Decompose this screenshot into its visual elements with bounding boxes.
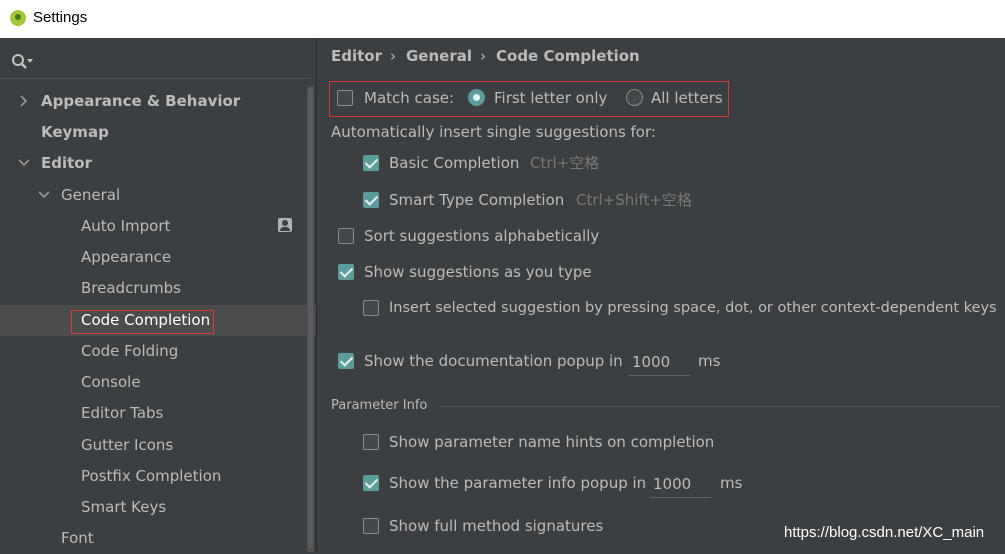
smart-completion-label: Smart Type Completion [389, 191, 565, 209]
first-letter-label: First letter only [494, 89, 608, 107]
match-case-checkbox[interactable] [337, 90, 353, 106]
name-hints-label: Show parameter name hints on completion [389, 433, 715, 451]
sidebar-item-label: Breadcrumbs [81, 279, 181, 297]
sidebar-item-label: Code Folding [81, 342, 179, 360]
sidebar-item-editor-tabs[interactable]: Editor Tabs [81, 398, 163, 429]
sort-alpha-checkbox[interactable] [338, 228, 354, 244]
insert-selected-label: Insert selected suggestion by pressing s… [389, 300, 997, 316]
project-settings-icon [278, 218, 292, 232]
breadcrumb-item[interactable]: Editor [331, 47, 382, 65]
highlight-box-code-completion [71, 310, 214, 334]
sidebar-item-console[interactable]: Console [81, 367, 141, 398]
basic-completion-label: Basic Completion [389, 154, 520, 172]
sidebar-item-label: General [61, 186, 121, 204]
parameter-info-section-title: Parameter Info [331, 398, 428, 413]
basic-completion-checkbox[interactable] [363, 155, 379, 171]
basic-completion-shortcut: Ctrl+空格 [530, 154, 600, 172]
breadcrumb-item[interactable]: General [406, 47, 472, 65]
smart-completion-shortcut: Ctrl+Shift+空格 [576, 191, 692, 209]
sidebar-item-label: Smart Keys [81, 498, 167, 516]
android-studio-icon [10, 10, 26, 26]
chevron-down-icon[interactable] [17, 156, 31, 170]
param-info-delay-input[interactable]: 1000 [650, 470, 711, 498]
sidebar-item-label: Postfix Completion [81, 467, 222, 485]
chevron-down-icon[interactable] [37, 188, 51, 202]
panel-splitter[interactable] [316, 38, 317, 552]
full-signatures-checkbox[interactable] [363, 518, 379, 534]
sidebar-item-font[interactable]: Font [61, 523, 94, 554]
first-letter-radio[interactable] [468, 89, 485, 106]
sidebar-item-label: Console [81, 373, 141, 391]
sidebar-item-label: Font [61, 529, 94, 547]
sidebar-item-label: Appearance & Behavior [41, 92, 241, 110]
search-icon[interactable] [10, 50, 36, 72]
window-title: Settings [33, 9, 88, 26]
sidebar-item-label: Editor [41, 154, 92, 172]
sidebar-scrollbar-thumb[interactable] [308, 88, 313, 548]
doc-popup-delay-input[interactable]: 1000 [629, 348, 690, 376]
sidebar-item-gutter-icons[interactable]: Gutter Icons [81, 430, 173, 461]
sidebar-item-smart-keys[interactable]: Smart Keys [81, 492, 166, 523]
settings-sidebar: Appearance & Behavior Keymap Editor Gene… [0, 38, 316, 552]
param-info-popup-checkbox[interactable] [363, 475, 379, 491]
sidebar-item-postfix-completion[interactable]: Postfix Completion [81, 461, 221, 492]
sidebar-item-appearance[interactable]: Appearance [81, 242, 171, 273]
auto-insert-label: Automatically insert single suggestions … [331, 123, 656, 141]
sidebar-item-label: Auto Import [81, 217, 171, 235]
breadcrumb-separator: › [390, 47, 396, 65]
breadcrumb-item: Code Completion [496, 47, 640, 65]
breadcrumb: Editor › General › Code Completion [331, 47, 648, 65]
show-as-type-label: Show suggestions as you type [364, 263, 592, 281]
match-case-label: Match case: [364, 89, 455, 107]
name-hints-checkbox[interactable] [363, 434, 379, 450]
sidebar-item-breadcrumbs[interactable]: Breadcrumbs [81, 273, 181, 304]
show-as-type-checkbox[interactable] [338, 264, 354, 280]
sidebar-item-label: Keymap [41, 123, 109, 141]
sort-alpha-label: Sort suggestions alphabetically [364, 227, 600, 245]
param-info-popup-label: Show the parameter info popup in [389, 474, 647, 492]
title-bar: Settings [0, 0, 1005, 38]
section-divider [440, 406, 1000, 407]
watermark: https://blog.csdn.net/XC_main [784, 524, 985, 541]
search-divider [0, 78, 310, 79]
sidebar-item-appearance-behavior[interactable]: Appearance & Behavior [20, 86, 241, 117]
sidebar-item-label: Appearance [81, 248, 172, 266]
sidebar-item-editor[interactable]: Editor [18, 148, 92, 179]
doc-popup-checkbox[interactable] [338, 353, 354, 369]
full-signatures-label: Show full method signatures [389, 517, 604, 535]
sidebar-item-label: Editor Tabs [81, 404, 164, 422]
param-info-unit: ms [720, 474, 743, 492]
all-letters-label: All letters [651, 89, 723, 107]
sidebar-item-label: Gutter Icons [81, 436, 174, 454]
breadcrumb-separator: › [480, 47, 486, 65]
chevron-right-icon[interactable] [17, 94, 31, 108]
sidebar-item-auto-import[interactable]: Auto Import [81, 211, 170, 242]
doc-popup-unit: ms [698, 352, 721, 370]
search-field[interactable] [10, 50, 310, 72]
doc-popup-label: Show the documentation popup in [364, 352, 623, 370]
sidebar-item-general[interactable]: General [38, 180, 121, 211]
sidebar-item-code-folding[interactable]: Code Folding [81, 336, 178, 367]
sidebar-item-keymap[interactable]: Keymap [41, 117, 109, 148]
insert-selected-checkbox[interactable] [363, 300, 379, 316]
smart-completion-checkbox[interactable] [363, 192, 379, 208]
all-letters-radio[interactable] [626, 89, 643, 106]
